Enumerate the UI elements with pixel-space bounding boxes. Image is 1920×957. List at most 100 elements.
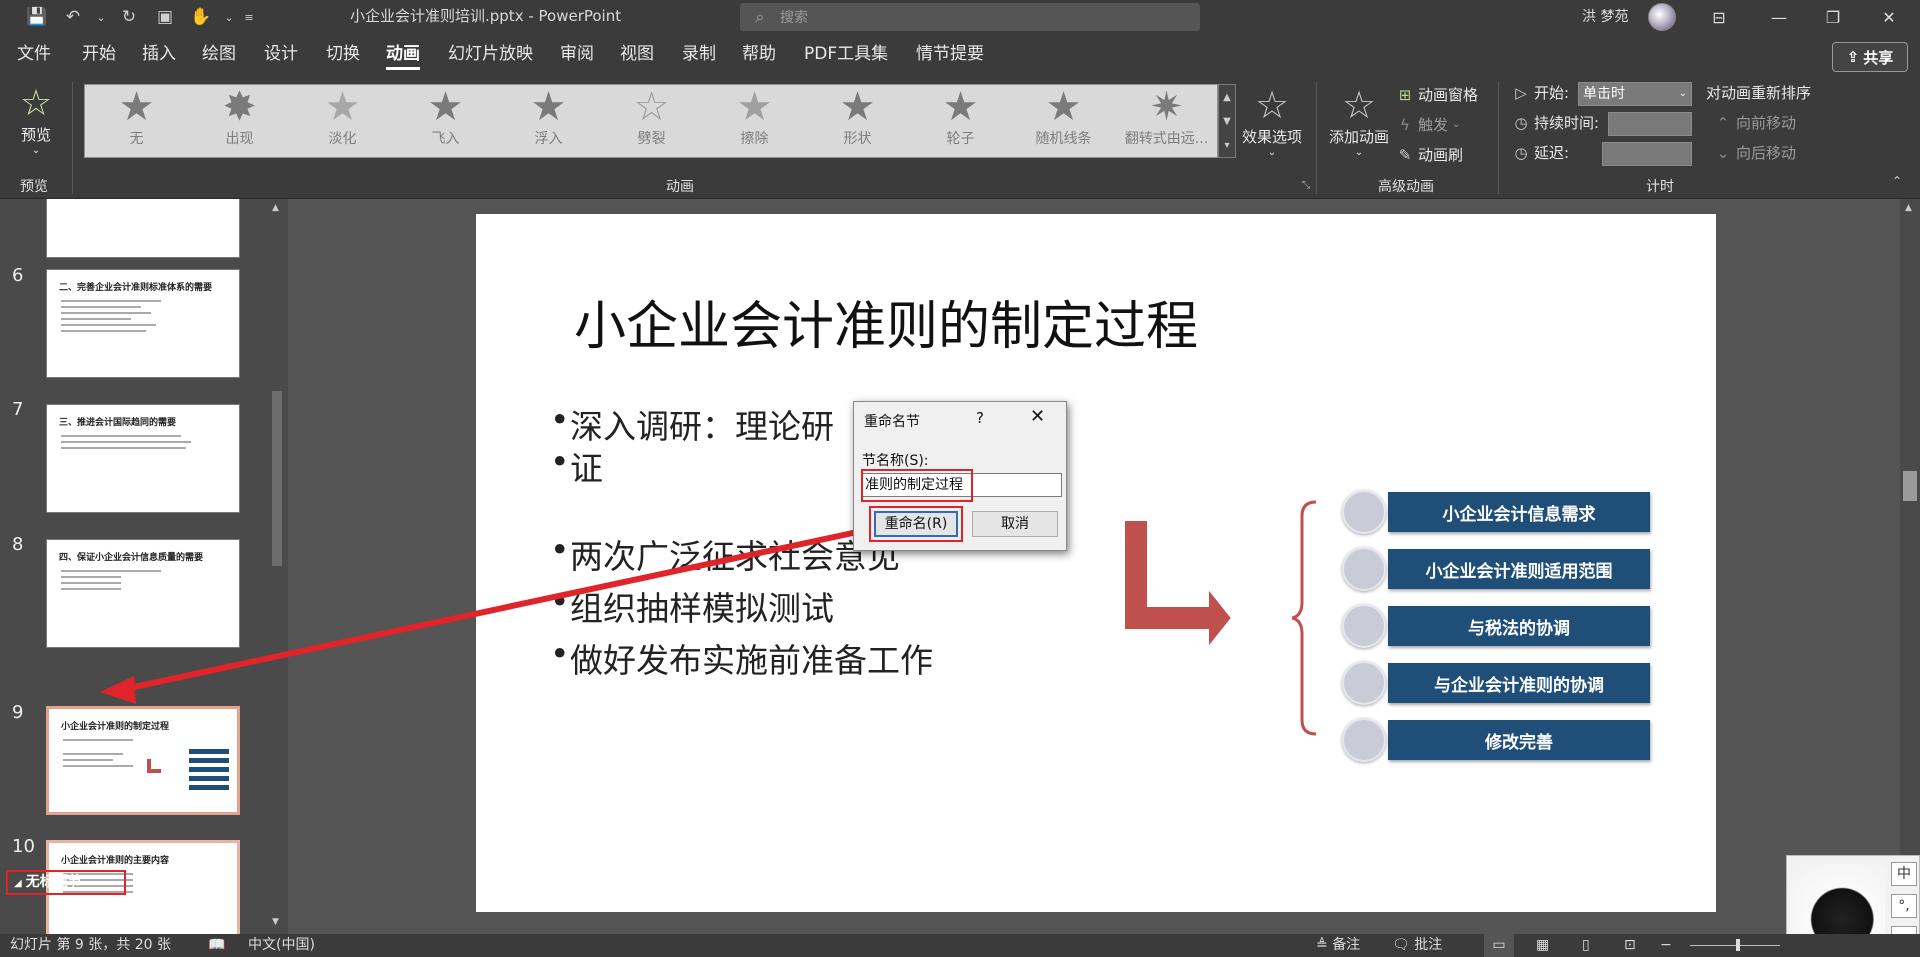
slide-thumbnail[interactable] [46, 199, 240, 258]
chevron-up-icon[interactable]: ▲ [1223, 92, 1231, 103]
minimize-icon[interactable]: — [1756, 0, 1802, 34]
bullet-3[interactable]: 组织抽样模拟测试 [550, 582, 834, 630]
close-icon[interactable]: ✕ [1030, 406, 1045, 427]
search-box[interactable]: ⌕ 搜索 [740, 3, 1200, 31]
undo-icon[interactable]: ↶ [56, 3, 90, 31]
l-arrow-shape[interactable] [1124, 520, 1234, 650]
move-later-button[interactable]: ⌄ 向后移动 [1714, 140, 1796, 166]
ime-punct-button[interactable]: °, [1891, 894, 1917, 918]
ime-mode-button[interactable]: 中 [1891, 862, 1917, 886]
slide-thumbnail-6[interactable]: 二、完善企业会计准则标准体系的需要 [46, 269, 240, 378]
touch-dropdown-icon[interactable]: ⌄ [220, 3, 238, 31]
section-name-input[interactable]: 准则的制定过程 [862, 473, 1062, 497]
anim-wheel[interactable]: ★ 轮子 [909, 85, 1012, 157]
tab-insert[interactable]: 插入 [142, 34, 176, 74]
animation-painter-button[interactable]: ✎ 动画刷 [1396, 142, 1463, 168]
user-name[interactable]: 洪 梦苑 [1582, 0, 1628, 34]
slide-thumbnail-9[interactable]: 小企业会计准则的制定过程 [46, 706, 240, 815]
preview-button[interactable]: ☆ 预览 ⌄ [10, 84, 62, 166]
delay-input[interactable] [1602, 142, 1692, 166]
slide-thumbnail-8[interactable]: 四、保证小企业会计信息质量的需要 [46, 539, 240, 648]
item-box-2[interactable]: 小企业会计准则适用范围 [1388, 549, 1650, 589]
tab-file[interactable]: 文件 [17, 34, 51, 74]
trigger-button[interactable]: ϟ 触发 ⌄ [1396, 112, 1460, 138]
scroll-thumb[interactable] [272, 391, 282, 566]
comments-button[interactable]: 🗨 批注 [1392, 934, 1442, 957]
tab-transitions[interactable]: 切换 [326, 34, 360, 74]
tab-review[interactable]: 审阅 [560, 34, 594, 74]
collapse-ribbon-icon[interactable]: ⌃ [1892, 174, 1902, 188]
help-icon[interactable]: ? [976, 409, 984, 427]
bullet-4[interactable]: 做好发布实施前准备工作 [550, 634, 933, 682]
tab-storyboard[interactable]: 情节提要 [916, 34, 984, 74]
notes-button[interactable]: ≜ 备注 [1316, 934, 1360, 957]
current-slide[interactable]: 小企业会计准则的制定过程 深入调研：理论研 证 两次广泛征求社会意见 组织抽样模… [476, 214, 1716, 912]
bullet-2[interactable]: 两次广泛征求社会意见 [550, 530, 900, 578]
scroll-thumb[interactable] [1903, 471, 1917, 501]
ribbon-display-icon[interactable]: ⊟ [1696, 0, 1742, 34]
chevron-down-icon[interactable]: ▼ [272, 917, 279, 927]
tab-animations[interactable]: 动画 [386, 34, 420, 74]
slideshow-view-icon[interactable]: ⊡ [1624, 934, 1636, 957]
tab-help[interactable]: 帮助 [742, 34, 776, 74]
avatar[interactable] [1648, 3, 1676, 31]
item-box-4[interactable]: 与企业会计准则的协调 [1388, 663, 1650, 703]
close-window-icon[interactable]: ✕ [1866, 0, 1912, 34]
item-box-5[interactable]: 修改完善 [1388, 720, 1650, 760]
tab-draw[interactable]: 绘图 [202, 34, 236, 74]
bracket-shape[interactable] [1292, 498, 1322, 738]
tab-home[interactable]: 开始 [82, 34, 116, 74]
language-indicator[interactable]: 中文(中国) [248, 934, 315, 957]
item-box-3[interactable]: 与税法的协调 [1388, 606, 1650, 646]
zoom-out-icon[interactable]: − [1660, 934, 1672, 957]
rename-button[interactable]: 重命名(R) [874, 511, 958, 537]
effect-options-button[interactable]: ☆ 效果选项 ⌄ [1240, 84, 1304, 158]
anim-split[interactable]: ☆ 劈裂 [600, 85, 703, 157]
anim-grow-turn[interactable]: ✷ 翻转式由远... [1115, 85, 1218, 157]
tab-pdf-tools[interactable]: PDF工具集 [804, 34, 888, 74]
duration-input[interactable] [1608, 112, 1692, 136]
share-button[interactable]: ⇪ 共享 [1832, 42, 1908, 72]
touch-mode-icon[interactable]: ✋ [184, 3, 218, 31]
add-animation-button[interactable]: ☆ 添加动画 ⌄ [1326, 84, 1392, 158]
slide-thumbnail-7[interactable]: 三、推进会计国际趋同的需要 [46, 404, 240, 513]
zoom-slider[interactable] [1690, 934, 1780, 957]
tab-record[interactable]: 录制 [682, 34, 716, 74]
anim-random-bars[interactable]: ★ 随机线条 [1012, 85, 1115, 157]
start-select[interactable]: 单击时 ⌄ [1578, 82, 1692, 106]
redo-icon[interactable]: ↻ [112, 3, 146, 31]
gallery-scroll[interactable]: ▲ ▼ ▾ [1218, 84, 1236, 158]
reading-view-icon[interactable]: ▯ [1582, 934, 1590, 957]
anim-float-in[interactable]: ★ 浮入 [497, 85, 600, 157]
item-box-1[interactable]: 小企业会计信息需求 [1388, 492, 1650, 532]
bullet-1[interactable]: 深入调研：理论研 [550, 400, 834, 448]
save-icon[interactable]: 💾 [20, 3, 54, 31]
slide-sorter-icon[interactable]: ▦ [1536, 934, 1549, 957]
anim-appear[interactable]: ✸ 出现 [188, 85, 291, 157]
chevron-up-icon[interactable]: ▲ [1905, 203, 1912, 213]
anim-wipe[interactable]: ★ 擦除 [703, 85, 806, 157]
restore-icon[interactable]: ❐ [1810, 0, 1856, 34]
dialog-launcher-icon[interactable]: ⤡ [1302, 180, 1310, 191]
section-header[interactable]: ◢ 无标题节 [6, 870, 126, 895]
undo-dropdown-icon[interactable]: ⌄ [92, 3, 110, 31]
normal-view-icon[interactable]: ▭ [1484, 934, 1514, 957]
animation-pane-button[interactable]: ⊞ 动画窗格 [1396, 82, 1478, 108]
customize-qat-icon[interactable]: ≡ [240, 3, 258, 31]
chevron-up-icon[interactable]: ▲ [272, 203, 279, 213]
anim-fade[interactable]: ★ 淡化 [291, 85, 394, 157]
present-icon[interactable]: ▣ [148, 3, 182, 31]
slide-title[interactable]: 小企业会计准则的制定过程 [574, 284, 1198, 359]
bullet-1-cont[interactable]: 证 [550, 442, 603, 490]
tab-slideshow[interactable]: 幻灯片放映 [448, 34, 533, 74]
cancel-button[interactable]: 取消 [972, 511, 1058, 537]
anim-none[interactable]: ★ 无 [85, 85, 188, 157]
anim-fly-in[interactable]: ★ 飞入 [394, 85, 497, 157]
zoom-thumb[interactable] [1736, 939, 1740, 951]
chevron-down-icon[interactable]: ▼ [1223, 116, 1231, 127]
tab-view[interactable]: 视图 [620, 34, 654, 74]
tab-design[interactable]: 设计 [264, 34, 298, 74]
thumbnail-scrollbar[interactable]: ▲ ▼ [268, 199, 286, 934]
move-earlier-button[interactable]: ⌃ 向前移动 [1714, 110, 1796, 136]
gallery-more-icon[interactable]: ▾ [1224, 140, 1229, 151]
